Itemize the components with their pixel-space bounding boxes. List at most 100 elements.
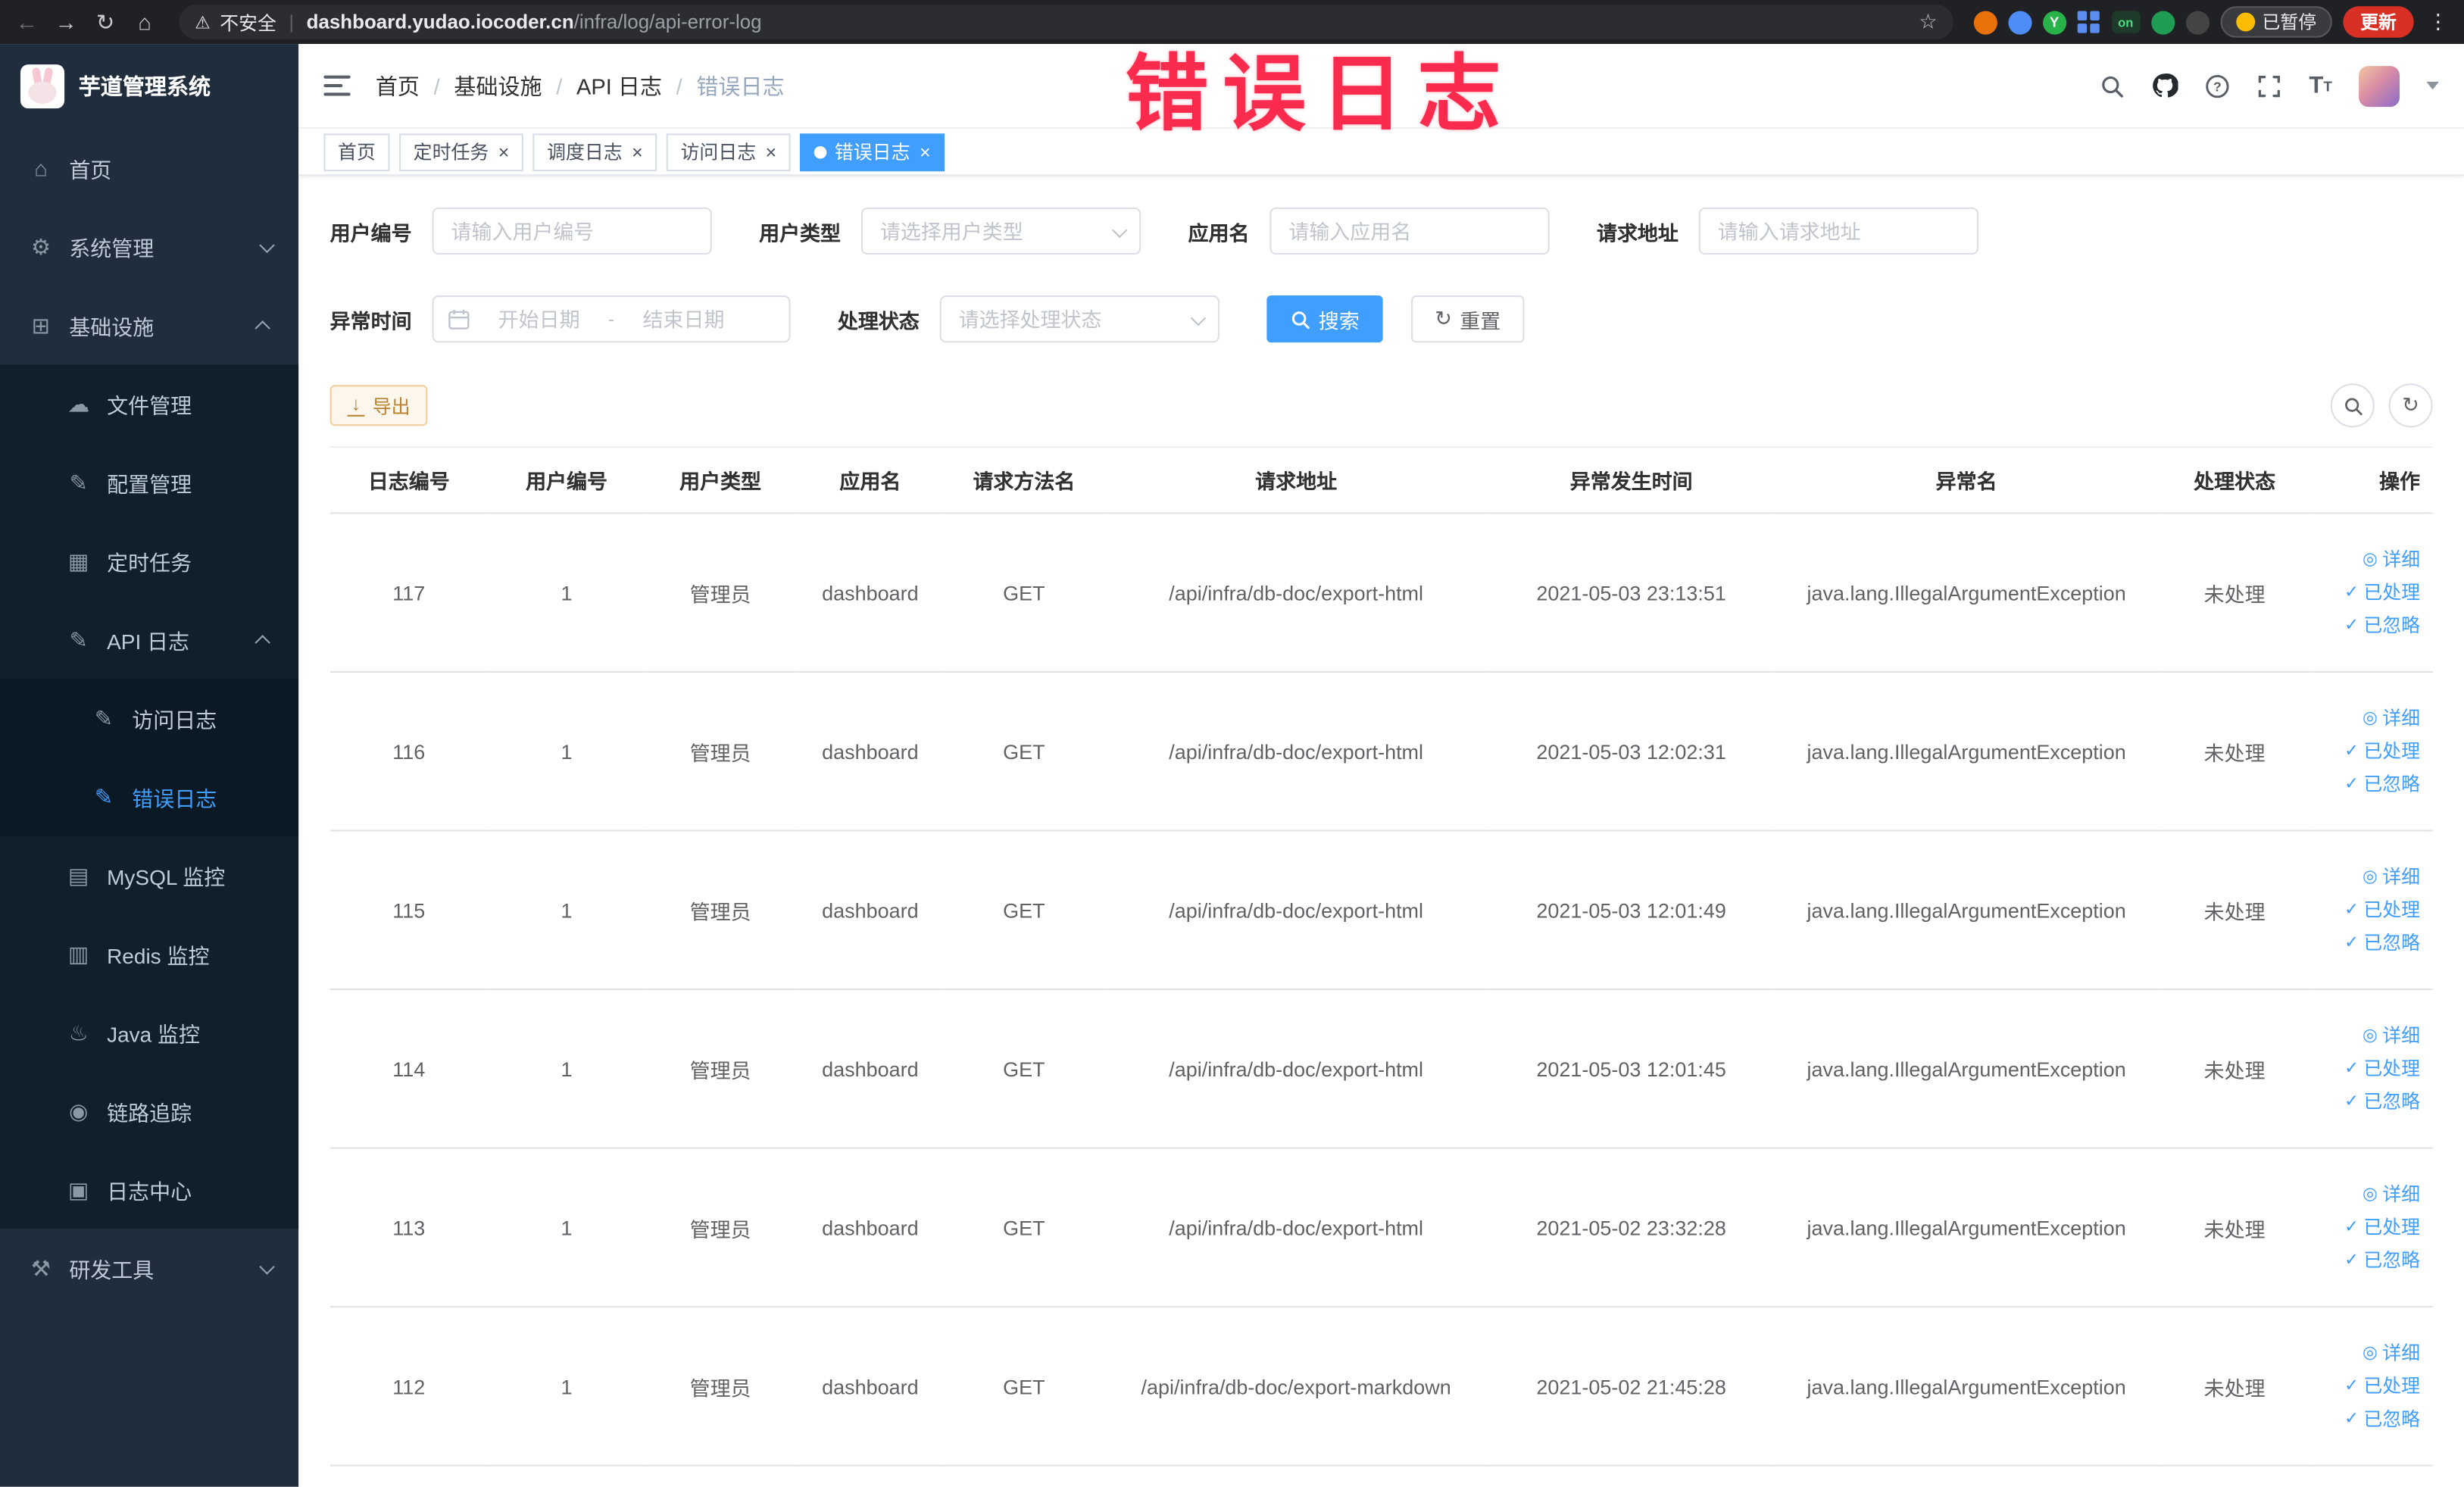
address-bar[interactable]: ⚠ 不安全 | dashboard.yudao.iocoder.cn/infra… <box>179 5 1953 39</box>
tab-错误日志[interactable]: 错误日志 × <box>800 133 945 171</box>
tab-paused-button[interactable]: 已暂停 <box>2219 6 2332 38</box>
close-icon[interactable]: × <box>632 142 643 161</box>
browser-home-icon[interactable]: ⌂ <box>130 9 158 34</box>
table-row: 116 1 管理员 dashboard GET/api/infra/db-doc/exp… <box>329 671 2433 832</box>
tab-调度日志[interactable]: 调度日志 × <box>532 133 657 171</box>
extension-icon[interactable] <box>2007 10 2032 34</box>
browser-update-button[interactable]: 更新 <box>2343 6 2414 38</box>
toggle-search-button[interactable] <box>2330 383 2375 428</box>
sidebar-item-scheduled-jobs[interactable]: ▦ 定时任务 <box>0 521 299 601</box>
detail-link[interactable]: ◎ 详细 <box>2316 861 2420 894</box>
close-icon[interactable]: × <box>498 142 510 161</box>
cell-id: 113 <box>329 1148 488 1308</box>
process-status-select-input[interactable] <box>939 295 1220 343</box>
processed-link[interactable]: ✓ 已处理 <box>2316 1370 2420 1403</box>
sidebar-item-system-management[interactable]: ⚙ 系统管理 <box>0 208 298 286</box>
ignored-link[interactable]: ✓ 已忽略 <box>2316 609 2420 642</box>
process-status-select[interactable] <box>939 295 1220 343</box>
sidebar-item-api-log[interactable]: ✎ API 日志 <box>0 600 299 679</box>
extension-icon[interactable]: Y <box>2042 10 2066 34</box>
reset-button[interactable]: ↻ 重置 <box>1411 295 1525 343</box>
request-url-input[interactable] <box>1698 207 1979 255</box>
breadcrumb-item[interactable]: API 日志 <box>576 70 662 101</box>
extension-on-badge[interactable]: on <box>2111 11 2140 33</box>
top-navbar: 首页 / 基础设施 / API 日志 / 错误日志 ? T T <box>298 44 2464 130</box>
processed-link[interactable]: ✓ 已处理 <box>2316 893 2420 926</box>
github-icon[interactable] <box>2152 72 2179 98</box>
cell-user-type: 管理员 <box>645 513 795 673</box>
breadcrumb: 首页 / 基础设施 / API 日志 / 错误日志 <box>376 70 785 101</box>
processed-link[interactable]: ✓ 已处理 <box>2316 1052 2420 1086</box>
user-type-select[interactable] <box>861 207 1141 255</box>
sidebar-item-label: 基础设施 <box>69 316 155 340</box>
check-icon: ✓ <box>2344 582 2359 601</box>
caret-down-icon[interactable] <box>2426 81 2439 90</box>
detail-link[interactable]: ◎ 详细 <box>2316 1337 2420 1370</box>
sidebar-item-dev-tools[interactable]: ⚒ 研发工具 <box>0 1229 298 1307</box>
processed-link[interactable]: ✓ 已处理 <box>2316 735 2420 768</box>
sidebar-item-config-management[interactable]: ✎ 配置管理 <box>0 443 299 522</box>
detail-link[interactable]: ◎ 详细 <box>2316 1178 2420 1211</box>
close-icon[interactable]: × <box>766 142 777 161</box>
reload-icon[interactable]: ↻ <box>91 8 119 35</box>
column-header: 用户编号 <box>487 446 646 514</box>
tab-访问日志[interactable]: 访问日志 × <box>666 133 791 171</box>
detail-link[interactable]: ◎ 详细 <box>2316 543 2420 576</box>
ignored-link[interactable]: ✓ 已忽略 <box>2316 926 2420 960</box>
ignored-link[interactable]: ✓ 已忽略 <box>2316 767 2420 801</box>
close-icon[interactable]: × <box>920 142 931 161</box>
tab-定时任务[interactable]: 定时任务 × <box>399 133 523 171</box>
tab-首页[interactable]: 首页 <box>323 133 390 171</box>
extensions-grid-icon[interactable] <box>2077 10 2100 34</box>
search-icon[interactable] <box>2100 73 2125 98</box>
calendar-icon <box>448 309 470 330</box>
user-type-select-input[interactable] <box>861 207 1141 255</box>
sidebar-item-file-management[interactable]: ☁ 文件管理 <box>0 364 299 444</box>
home-icon: ⌂ <box>34 155 48 181</box>
extension-icon[interactable] <box>2150 10 2175 34</box>
ignored-link[interactable]: ✓ 已忽略 <box>2316 1086 2420 1119</box>
refresh-table-button[interactable]: ↻ <box>2388 383 2433 428</box>
bookmark-star-icon[interactable]: ☆ <box>1919 9 1937 34</box>
processed-link[interactable]: ✓ 已处理 <box>2316 1211 2420 1245</box>
app-name-input[interactable] <box>1269 207 1550 255</box>
sidebar-item-mysql-monitor[interactable]: ▤ MySQL 监控 <box>0 836 299 915</box>
detail-link[interactable]: ◎ 详细 <box>2316 701 2420 735</box>
font-size-icon[interactable]: TT <box>2309 72 2331 98</box>
column-header: 处理状态 <box>2160 446 2310 514</box>
sidebar-item-log-center[interactable]: ▣ 日志中心 <box>0 1150 299 1229</box>
sidebar-item-access-log[interactable]: ✎ 访问日志 <box>0 679 299 758</box>
forward-icon[interactable]: → <box>52 9 80 34</box>
user-id-input[interactable] <box>432 207 712 255</box>
security-label: 不安全 <box>220 11 276 34</box>
security-warning-icon[interactable]: ⚠ <box>195 12 210 33</box>
search-button[interactable]: 搜索 <box>1266 295 1383 343</box>
sidebar-item-redis-monitor[interactable]: ▥ Redis 监控 <box>0 914 299 994</box>
browser-menu-icon[interactable]: ⋮ <box>2425 9 2451 34</box>
sidebar-item-java-monitor[interactable]: ♨ Java 监控 <box>0 993 299 1072</box>
start-date-input[interactable] <box>477 307 601 331</box>
ignored-link[interactable]: ✓ 已忽略 <box>2316 1403 2420 1436</box>
column-header: 用户类型 <box>645 446 795 514</box>
sidebar-item-home[interactable]: ⌂ 首页 <box>0 129 298 208</box>
sidebar-item-infrastructure[interactable]: ⊞ 基础设施 <box>0 286 298 365</box>
back-icon[interactable]: ← <box>13 9 41 34</box>
end-date-input[interactable] <box>622 307 745 331</box>
detail-link[interactable]: ◎ 详细 <box>2316 1019 2420 1052</box>
export-button[interactable]: ↓ 导出 <box>329 385 428 426</box>
breadcrumb-item[interactable]: 首页 <box>376 70 420 101</box>
sidebar-item-error-log[interactable]: ✎ 错误日志 <box>0 758 299 836</box>
cell-status: 未处理 <box>2160 989 2310 1149</box>
hamburger-icon[interactable] <box>323 74 351 98</box>
app-logo[interactable]: 芋道管理系统 <box>0 44 298 129</box>
ignored-link[interactable]: ✓ 已忽略 <box>2316 1244 2420 1277</box>
breadcrumb-item[interactable]: 基础设施 <box>454 70 542 101</box>
help-icon[interactable]: ? <box>2205 73 2230 98</box>
exception-time-range-picker[interactable]: - <box>432 295 791 343</box>
extension-icon[interactable] <box>1973 10 1997 34</box>
user-avatar[interactable] <box>2359 65 2400 107</box>
processed-link[interactable]: ✓ 已处理 <box>2316 576 2420 609</box>
fullscreen-icon[interactable] <box>2257 73 2282 98</box>
sidebar-item-trace[interactable]: ◉ 链路追踪 <box>0 1071 299 1151</box>
extension-icon[interactable] <box>2184 10 2209 34</box>
